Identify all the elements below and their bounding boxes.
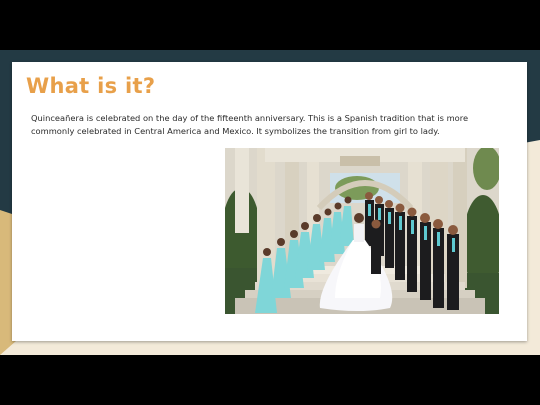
quinceanera-group-photo: [225, 148, 499, 314]
slide-title: What is it?: [26, 74, 156, 98]
slide-card: What is it? Quinceañera is celebrated on…: [12, 62, 527, 341]
slide-stage: What is it? Quinceañera is celebrated on…: [0, 50, 540, 355]
slide-body-text: Quinceañera is celebrated on the day of …: [31, 113, 469, 136]
